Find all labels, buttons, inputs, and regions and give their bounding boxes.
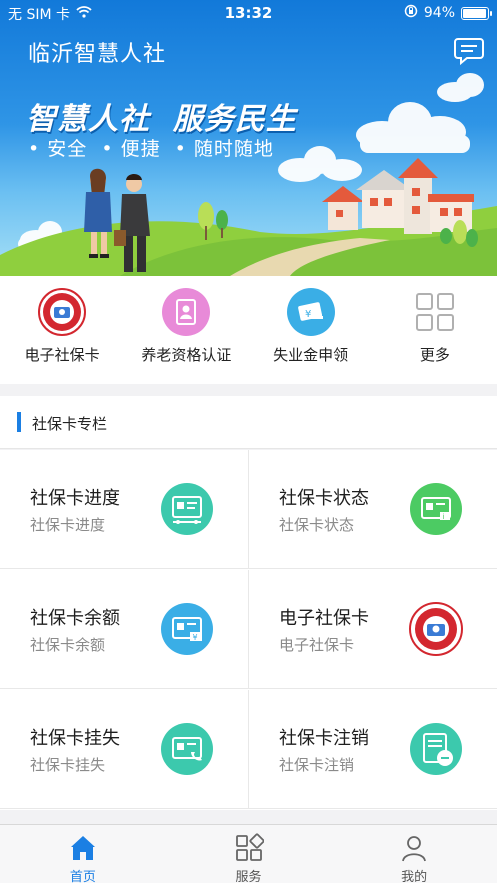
user-profile-icon — [399, 833, 429, 863]
tab-services[interactable]: 服务 — [166, 825, 332, 883]
card-progress-cell[interactable]: 社保卡进度 社保卡进度 — [0, 450, 248, 569]
svg-text:i: i — [443, 513, 445, 521]
battery-icon — [461, 6, 492, 20]
cell-title: 社保卡状态 — [279, 488, 369, 509]
cell-subtitle: 社保卡注销 — [279, 756, 355, 774]
card-report-loss-icon — [160, 722, 214, 776]
app-title: 临沂智慧人社 — [28, 42, 167, 67]
cell-title: 社保卡挂失 — [30, 728, 120, 749]
tab-label: 我的 — [401, 870, 428, 883]
tab-label: 首页 — [69, 870, 96, 883]
home-icon — [68, 833, 98, 863]
chat-bubble-icon[interactable] — [453, 36, 485, 66]
card-cancel-cell[interactable]: 社保卡注销 社保卡注销 — [248, 690, 497, 809]
social-security-card-badge-icon — [38, 288, 87, 336]
card-status-icon: i — [409, 482, 463, 536]
card-progress-icon — [160, 482, 214, 536]
battery-percent: 94% — [423, 5, 455, 21]
yuan-card-icon: ¥ — [286, 288, 335, 336]
card-balance-cell[interactable]: 社保卡余额 社保卡余额 ¥ — [0, 570, 248, 689]
header-banner: 临沂智慧人社 智慧人社 服务民生 • 安全 • 便捷 • 随时随地 — [0, 0, 497, 276]
quick-item-label: 失业金申领 — [273, 346, 349, 364]
quick-item-unemployment[interactable]: ¥ 失业金申领 — [249, 276, 373, 384]
quick-menu: 电子社保卡 养老资格认证 ¥ 失业金申领 更多 — [0, 276, 497, 384]
banner-slogan: 智慧人社 服务民生 — [26, 102, 297, 137]
cell-subtitle: 社保卡状态 — [279, 516, 355, 534]
svg-text:¥: ¥ — [305, 309, 311, 320]
section-accent-bar — [17, 412, 21, 432]
cell-subtitle: 社保卡余额 — [30, 636, 106, 654]
card-balance-icon: ¥ — [160, 602, 214, 656]
card-report-loss-cell[interactable]: 社保卡挂失 社保卡挂失 — [0, 690, 248, 809]
quick-item-pension-auth[interactable]: 养老资格认证 — [124, 276, 248, 384]
card-status-cell[interactable]: 社保卡状态 社保卡状态 i — [248, 450, 497, 569]
card-service-grid: 社保卡进度 社保卡进度 社保卡状态 社保卡状态 i 社保卡余额 社保卡余额 ¥ … — [0, 450, 497, 810]
quick-item-e-social-card[interactable]: 电子社保卡 — [0, 276, 124, 384]
cell-title: 电子社保卡 — [279, 608, 369, 629]
section-header: 社保卡专栏 — [0, 396, 497, 449]
section-title: 社保卡专栏 — [32, 415, 108, 433]
social-security-card-badge-icon — [409, 602, 463, 656]
card-cancel-icon — [409, 722, 463, 776]
cell-title: 社保卡进度 — [30, 488, 120, 509]
cell-title: 社保卡注销 — [279, 728, 369, 749]
cell-subtitle: 社保卡挂失 — [30, 756, 106, 774]
id-card-portrait-icon — [162, 288, 211, 336]
quick-item-label: 养老资格认证 — [141, 346, 232, 364]
banner-tagline: • 安全 • 便捷 • 随时随地 — [28, 138, 274, 160]
quick-item-label: 更多 — [419, 346, 450, 364]
cell-title: 社保卡余额 — [30, 608, 120, 629]
quick-item-label: 电子社保卡 — [24, 346, 100, 364]
services-grid-icon — [234, 833, 265, 863]
quick-item-more[interactable]: 更多 — [373, 276, 497, 384]
status-bar: 无 SIM 卡 13:32 94% — [0, 0, 497, 26]
bottom-tab-bar: 首页 服务 我的 — [0, 824, 497, 883]
cell-subtitle: 电子社保卡 — [279, 636, 355, 654]
tab-label: 服务 — [235, 870, 262, 883]
cell-subtitle: 社保卡进度 — [30, 516, 106, 534]
svg-text:¥: ¥ — [193, 633, 198, 642]
orientation-lock-icon — [404, 4, 418, 22]
e-social-card-cell[interactable]: 电子社保卡 电子社保卡 — [248, 570, 497, 689]
tab-mine[interactable]: 我的 — [331, 825, 497, 883]
grid-more-icon — [411, 288, 459, 336]
tab-home[interactable]: 首页 — [0, 825, 166, 883]
